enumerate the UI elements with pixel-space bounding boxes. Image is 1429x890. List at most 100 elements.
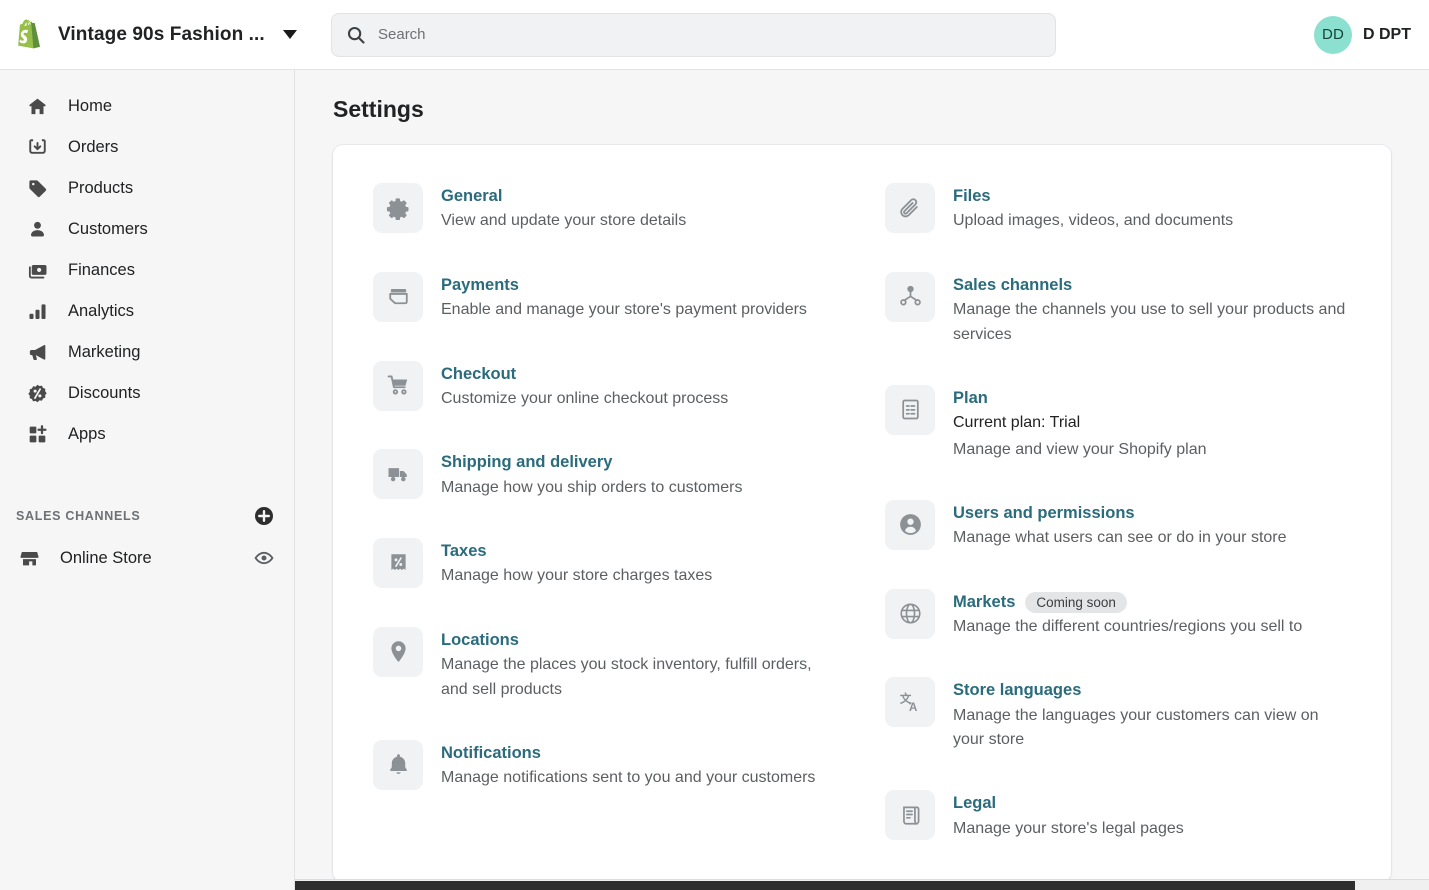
setting-description-primary: Current plan: Trial — [953, 414, 1081, 432]
setting-title[interactable]: Checkout — [441, 364, 516, 385]
sidebar-item-label: Home — [68, 97, 113, 115]
setting-body: Notifications Manage notifications sent … — [441, 740, 815, 791]
setting-title[interactable]: Markets — [953, 592, 1015, 613]
sidebar-item-discounts[interactable]: Discounts — [8, 373, 286, 414]
setting-item-checkout[interactable]: Checkout Customize your online checkout … — [373, 360, 839, 412]
body-row: Home Orders Products Customers Finances … — [0, 70, 1429, 890]
setting-item-notifications[interactable]: Notifications Manage notifications sent … — [373, 739, 839, 791]
setting-title[interactable]: Locations — [441, 630, 519, 651]
setting-item-legal[interactable]: Legal Manage your store's legal pages — [885, 790, 1351, 841]
setting-item-shipping-and-delivery[interactable]: Shipping and delivery Manage how you shi… — [373, 449, 839, 500]
setting-title-row: General — [441, 186, 686, 207]
setting-item-locations[interactable]: Locations Manage the places you stock in… — [373, 626, 839, 702]
sidebar-item-home[interactable]: Home — [8, 86, 286, 127]
setting-body: Locations Manage the places you stock in… — [441, 627, 839, 702]
product-tag-icon — [24, 176, 50, 202]
setting-title-row: Locations — [441, 630, 839, 651]
sidebar-item-analytics[interactable]: Analytics — [8, 291, 286, 332]
plus-circle-icon[interactable] — [254, 506, 274, 526]
taxes-receipt-percent-icon — [373, 538, 423, 588]
setting-item-markets[interactable]: Markets Coming soon Manage the different… — [885, 588, 1351, 640]
setting-title[interactable]: Payments — [441, 275, 519, 296]
setting-title[interactable]: Store languages — [953, 680, 1081, 701]
setting-title[interactable]: Shipping and delivery — [441, 452, 612, 473]
setting-body: General View and update your store detai… — [441, 183, 686, 234]
storefront-icon — [16, 545, 42, 571]
status-badge: Coming soon — [1025, 591, 1127, 613]
setting-item-store-languages[interactable]: 文 A Store languages Manage the languages… — [885, 677, 1351, 752]
setting-title[interactable]: Plan — [953, 388, 988, 409]
main-content: Settings General View and update your st… — [295, 70, 1429, 890]
setting-description: Enable and manage your store's payment p… — [441, 301, 807, 319]
setting-title[interactable]: General — [441, 186, 502, 207]
search-container — [331, 12, 1056, 57]
setting-item-plan[interactable]: Plan Current plan: Trial Manage and view… — [885, 384, 1351, 462]
sidebar-item-label: Apps — [68, 425, 106, 443]
sidebar-item-label: Discounts — [68, 384, 141, 402]
location-pin-icon — [373, 626, 423, 677]
setting-body: Markets Coming soon Manage the different… — [953, 589, 1302, 640]
notifications-bell-icon — [373, 739, 423, 790]
store-name-label: Vintage 90s Fashion ... — [58, 23, 265, 45]
setting-title[interactable]: Sales channels — [953, 275, 1072, 296]
sidebar-item-apps[interactable]: Apps — [8, 414, 286, 455]
setting-title-row: Users and permissions — [953, 503, 1287, 524]
marketing-megaphone-icon — [24, 340, 50, 366]
settings-grid: General View and update your store detai… — [373, 183, 1351, 879]
search-input[interactable] — [378, 26, 1041, 43]
setting-item-sales-channels[interactable]: Sales channels Manage the channels you u… — [885, 271, 1351, 347]
sidebar-item-label: Finances — [68, 261, 135, 279]
sidebar-item-finances[interactable]: Finances — [8, 250, 286, 291]
user-menu[interactable]: DD D DPT — [1314, 15, 1429, 54]
store-switcher[interactable]: Vintage 90s Fashion ... — [0, 18, 297, 52]
sidebar-item-customers[interactable]: Customers — [8, 209, 286, 250]
setting-title[interactable]: Users and permissions — [953, 503, 1135, 524]
setting-description: Manage how you ship orders to customers — [441, 478, 743, 496]
chevron-down-icon[interactable] — [282, 30, 297, 39]
setting-item-general[interactable]: General View and update your store detai… — [373, 183, 839, 234]
setting-title-row: Markets Coming soon — [953, 591, 1302, 613]
sidebar-item-label: Customers — [68, 220, 148, 238]
scrollbar-thumb[interactable] — [295, 881, 1355, 890]
shopify-admin-app: Vintage 90s Fashion ... DD D DPT — [0, 0, 1429, 890]
setting-item-payments[interactable]: Payments Enable and manage your store's … — [373, 271, 839, 323]
setting-title[interactable]: Taxes — [441, 541, 487, 562]
store-languages-translate-icon: 文 A — [885, 677, 935, 728]
setting-item-taxes[interactable]: Taxes Manage how your store charges taxe… — [373, 538, 839, 589]
eye-icon[interactable] — [254, 548, 274, 568]
sidebar-item-label: Analytics — [68, 302, 135, 320]
setting-title[interactable]: Files — [953, 186, 991, 207]
sidebar-item-marketing[interactable]: Marketing — [8, 332, 286, 373]
apps-grid-plus-icon — [24, 422, 50, 448]
setting-body: Plan Current plan: Trial Manage and view… — [953, 385, 1207, 462]
sidebar-item-label: Orders — [68, 138, 119, 156]
sidebar-item-products[interactable]: Products — [8, 168, 286, 209]
legal-scroll-icon — [885, 790, 935, 841]
sidebar-item-online-store[interactable]: Online Store — [0, 537, 294, 579]
setting-body: Users and permissions Manage what users … — [953, 500, 1287, 551]
setting-description: Manage and view your Shopify plan — [953, 440, 1207, 458]
setting-title-row: Notifications — [441, 743, 815, 764]
setting-item-files[interactable]: Files Upload images, videos, and documen… — [885, 183, 1351, 234]
setting-title-row: Payments — [441, 275, 807, 296]
sidebar-item-orders[interactable]: Orders — [8, 127, 286, 168]
setting-title-row: Sales channels — [953, 275, 1351, 296]
setting-body: Checkout Customize your online checkout … — [441, 361, 728, 412]
setting-title[interactable]: Notifications — [441, 743, 541, 764]
horizontal-scrollbar[interactable] — [295, 879, 1429, 890]
setting-description: Manage what users can see or do in your … — [953, 529, 1287, 547]
files-paperclip-icon — [885, 183, 935, 233]
setting-body: Legal Manage your store's legal pages — [953, 790, 1184, 841]
setting-body: Store languages Manage the languages you… — [953, 677, 1351, 752]
search-box[interactable] — [331, 12, 1056, 57]
sidebar-item-label: Marketing — [68, 343, 141, 361]
payments-card-icon — [373, 271, 423, 322]
setting-title[interactable]: Legal — [953, 793, 996, 814]
settings-card: General View and update your store detai… — [333, 145, 1391, 882]
settings-column-right: Files Upload images, videos, and documen… — [885, 183, 1351, 879]
setting-title-row: Taxes — [441, 541, 712, 562]
sales-channels-network-icon — [885, 271, 935, 322]
setting-item-users-and-permissions[interactable]: Users and permissions Manage what users … — [885, 499, 1351, 551]
setting-title-row: Legal — [953, 793, 1184, 814]
setting-title-row: Store languages — [953, 680, 1351, 701]
